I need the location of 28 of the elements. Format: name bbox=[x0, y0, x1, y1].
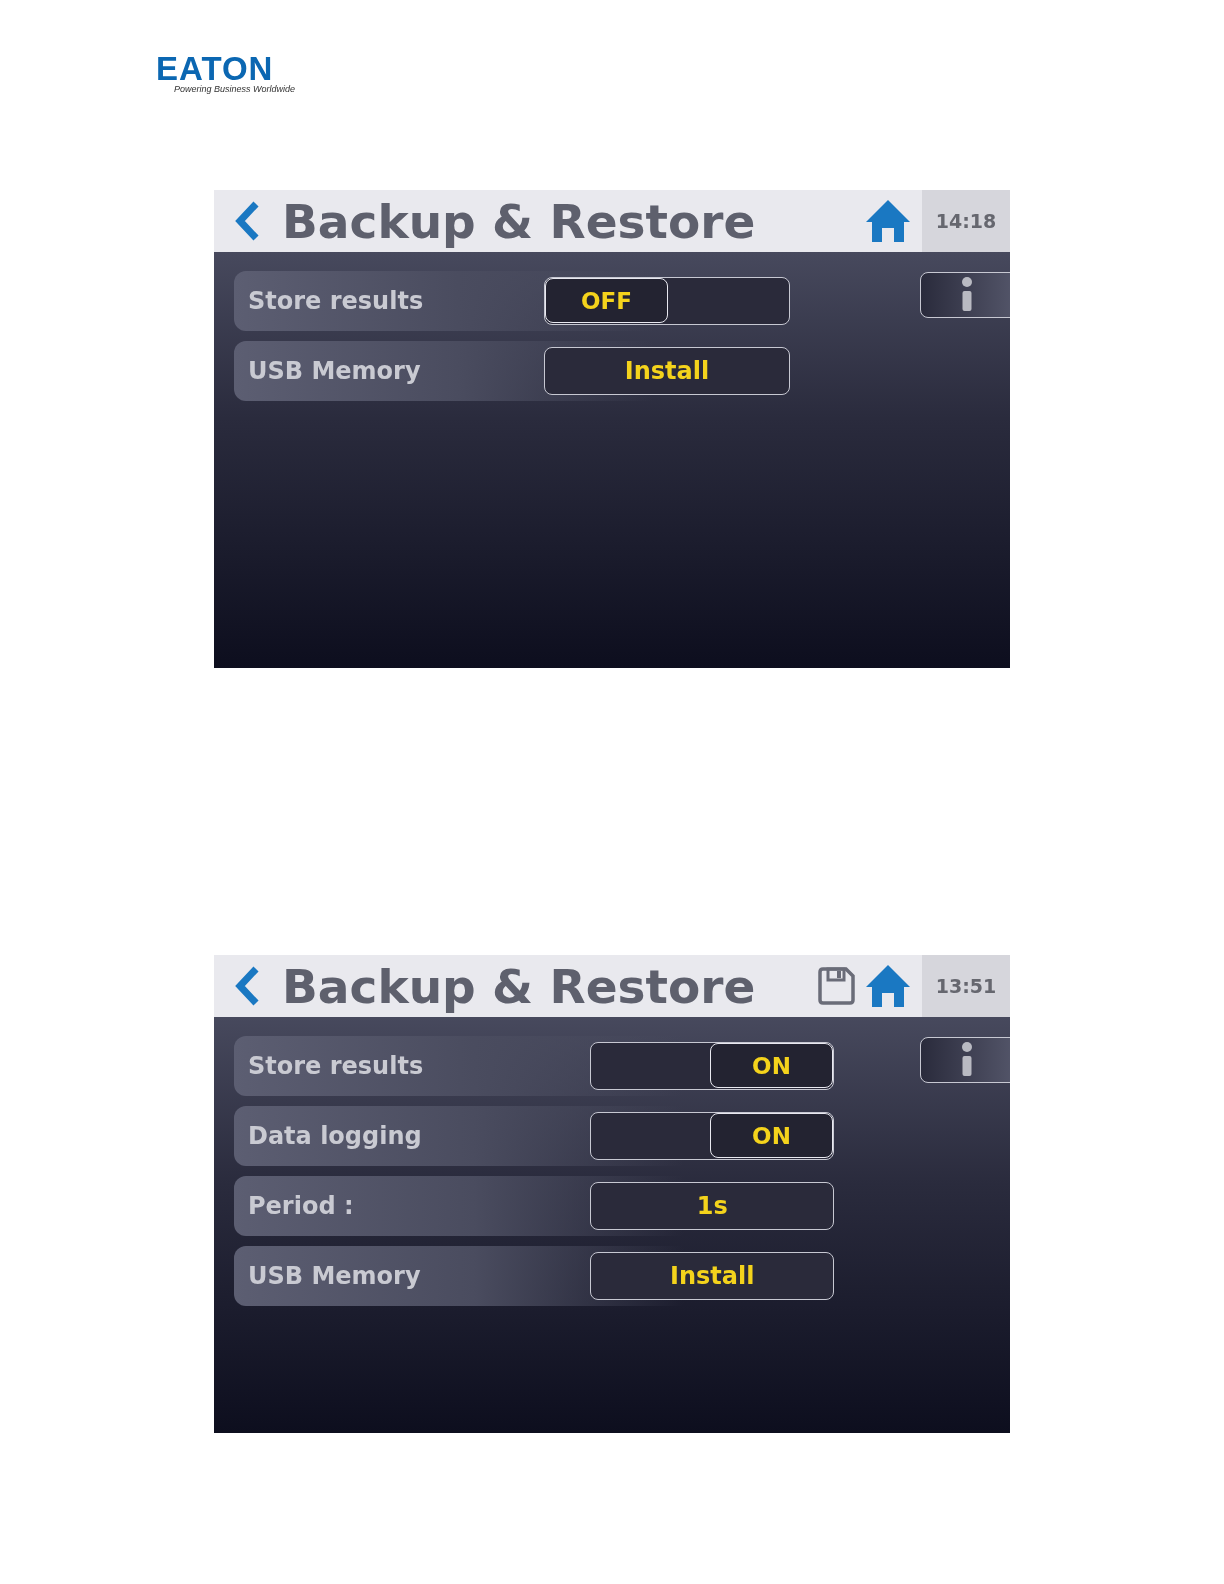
screen-title: Backup & Restore bbox=[282, 958, 757, 1014]
toggle-switch[interactable]: ON bbox=[590, 1042, 834, 1090]
screen-title: Backup & Restore bbox=[282, 193, 757, 249]
setting-label: USB Memory bbox=[247, 1262, 422, 1290]
setting-label: Period : bbox=[247, 1192, 355, 1220]
info-button[interactable] bbox=[920, 1037, 1010, 1083]
setting-label: Store results bbox=[247, 287, 425, 315]
toggle-switch[interactable]: OFF bbox=[544, 277, 790, 325]
toggle-thumb[interactable]: ON bbox=[710, 1043, 833, 1088]
home-icon[interactable] bbox=[864, 198, 912, 244]
info-icon bbox=[961, 277, 973, 313]
setting-label: Store results bbox=[247, 1052, 425, 1080]
save-icon[interactable] bbox=[816, 966, 856, 1006]
logo-tagline: Powering Business Worldwide bbox=[174, 84, 296, 94]
toggle-thumb[interactable]: OFF bbox=[545, 278, 668, 323]
clock-time: 13:51 bbox=[922, 955, 1010, 1017]
setting-label: Data logging bbox=[247, 1122, 423, 1150]
value-button[interactable]: 1s bbox=[590, 1182, 834, 1230]
value-button[interactable]: Install bbox=[544, 347, 790, 395]
clock-time: 14:18 bbox=[922, 190, 1010, 252]
setting-label: USB Memory bbox=[247, 357, 422, 385]
info-button[interactable] bbox=[920, 272, 1010, 318]
value-button[interactable]: Install bbox=[590, 1252, 834, 1300]
home-icon[interactable] bbox=[864, 963, 912, 1009]
info-icon bbox=[961, 1042, 973, 1078]
logo: EATON bbox=[156, 54, 274, 84]
toggle-thumb[interactable]: ON bbox=[710, 1113, 833, 1158]
toggle-switch[interactable]: ON bbox=[590, 1112, 834, 1160]
